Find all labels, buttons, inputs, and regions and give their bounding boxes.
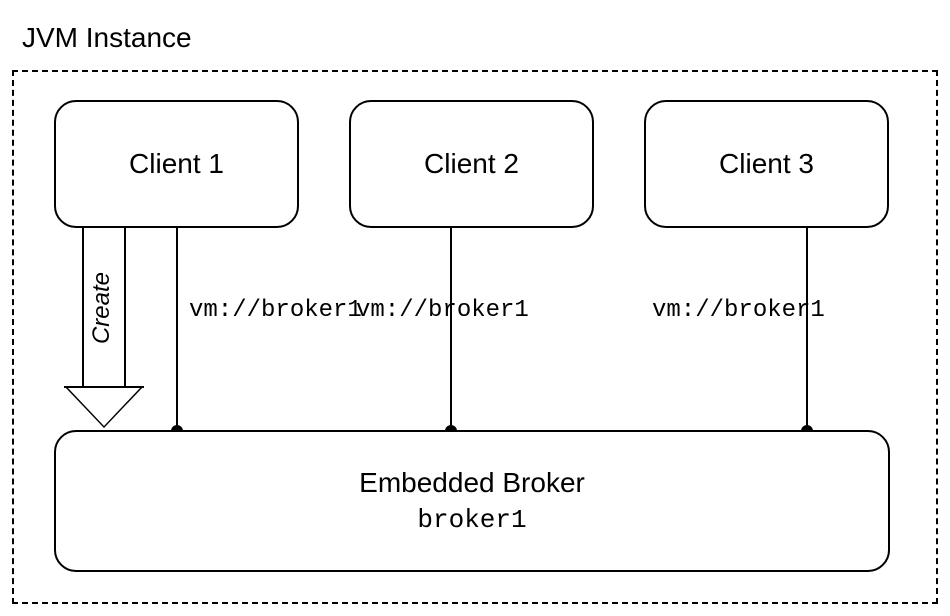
client-1-box: Client 1 (54, 100, 299, 228)
client-2-conn-line (450, 228, 452, 431)
embedded-broker-box: Embedded Broker broker1 (54, 430, 890, 572)
client-3-conn-label: vm://broker1 (652, 297, 825, 324)
create-label: Create (88, 272, 116, 344)
create-arrow: Create (64, 228, 144, 430)
client-2-box: Client 2 (349, 100, 594, 228)
broker-title: Embedded Broker (359, 467, 585, 499)
jvm-instance-title: JVM Instance (22, 22, 192, 54)
client-1-conn-line (176, 228, 178, 431)
broker-name: broker1 (417, 505, 526, 535)
client-1-conn-label: vm://broker1 (189, 297, 362, 324)
client-3-box: Client 3 (644, 100, 889, 228)
client-2-conn-label: vm://broker1 (356, 297, 529, 324)
client-2-label: Client 2 (424, 148, 519, 180)
client-3-label: Client 3 (719, 148, 814, 180)
jvm-instance-box: Client 1 Client 2 Client 3 Create vm://b… (12, 70, 938, 604)
client-3-conn-line (806, 228, 808, 431)
client-1-label: Client 1 (129, 148, 224, 180)
